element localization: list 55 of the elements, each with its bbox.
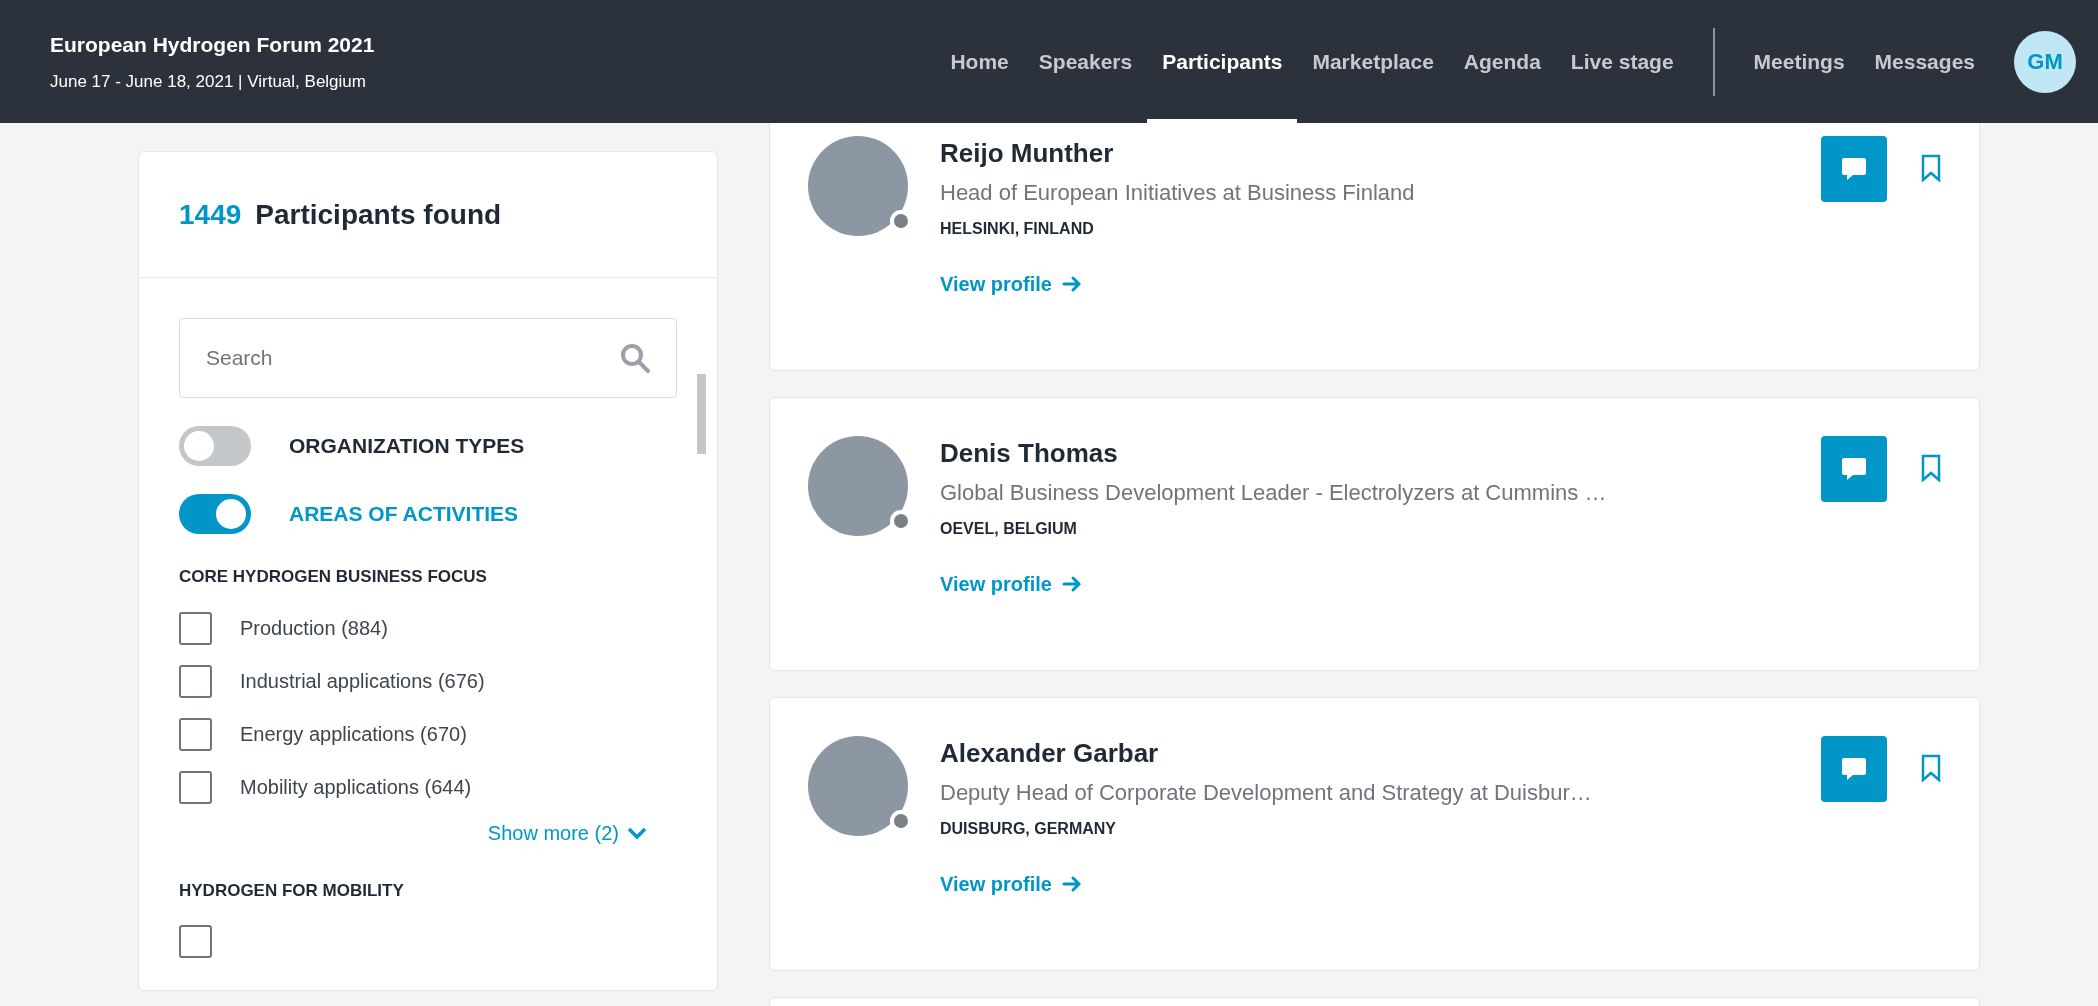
message-button[interactable]: [1821, 436, 1887, 502]
checkbox[interactable]: [179, 925, 212, 958]
nav-tab[interactable]: Messages: [1859, 0, 1990, 123]
filter-option-label: Mobility applications (644): [240, 775, 472, 800]
bookmark-button[interactable]: [1921, 754, 1941, 782]
section-heading: CORE HYDROGEN BUSINESS FOCUS: [179, 566, 488, 588]
toggle-label: ORGANIZATION TYPES: [289, 433, 525, 460]
checkbox[interactable]: [179, 611, 212, 645]
participant-location: OEVEL, BELGIUM: [940, 519, 1078, 539]
results-label: Participants found: [255, 197, 502, 232]
event-dates: June 17 - June 18, 2021 | Virtual, Belgium: [50, 70, 367, 93]
nav-tab[interactable]: Marketplace: [1297, 0, 1449, 123]
chat-bubble-icon: [1841, 757, 1867, 781]
nav-tab[interactable]: Meetings: [1738, 0, 1860, 123]
participant-name: Reijo Munther: [940, 137, 1115, 170]
nav-tab[interactable]: Agenda: [1448, 0, 1556, 123]
arrow-right-icon: [1061, 274, 1082, 294]
search-icon: [619, 342, 651, 374]
arrow-right-icon: [1061, 874, 1082, 894]
toggle-switch[interactable]: [179, 426, 251, 466]
bookmark-icon: [1921, 154, 1941, 182]
section-heading: HYDROGEN FOR MOBILITY: [179, 879, 405, 902]
participant-name: Denis Thomas: [940, 437, 1119, 470]
checkbox[interactable]: [179, 770, 212, 804]
event-title: European Hydrogen Forum 2021: [50, 32, 375, 58]
search-field[interactable]: Search: [179, 318, 677, 398]
chat-bubble-icon: [1841, 457, 1867, 481]
scrollbar-thumb[interactable]: [697, 374, 706, 454]
participant-title: Head of European Initiatives at Business Finland: [940, 179, 1416, 207]
chat-bubble-icon: [1841, 157, 1867, 181]
chevron-down-icon: [627, 825, 647, 840]
bookmark-icon: [1921, 754, 1941, 782]
toggle-label: AREAS OF ACTIVITIES: [289, 501, 519, 528]
arrow-right-icon: [1061, 574, 1082, 594]
filter-option-label: Industrial applications (676): [240, 669, 485, 694]
bookmark-button[interactable]: [1921, 154, 1941, 182]
toggle-switch[interactable]: [179, 494, 251, 534]
nav-tab[interactable]: Home: [935, 0, 1024, 123]
bookmark-button[interactable]: [1921, 454, 1941, 482]
filter-option-label: Energy applications (670): [240, 722, 467, 747]
participant-location: HELSINKI, FINLAND: [940, 219, 1095, 239]
participant-location: DUISBURG, GERMANY: [940, 819, 1117, 839]
message-button[interactable]: [1821, 136, 1887, 202]
message-button[interactable]: [1821, 736, 1887, 802]
checkbox[interactable]: [179, 717, 212, 751]
participant-title: Global Business Development Leader - Electrolyzers at Cummins …: [940, 479, 1608, 507]
filter-option-label: Production (884): [240, 616, 388, 641]
nav-tab[interactable]: Live stage: [1555, 0, 1689, 123]
nav-tab[interactable]: Speakers: [1023, 0, 1148, 123]
participant-title: Deputy Head of Corporate Development and Strategy at Duisbur…: [940, 779, 1593, 807]
bookmark-icon: [1921, 454, 1941, 482]
participant-name: Alexander Garbar: [940, 737, 1160, 770]
nav-tab[interactable]: Participants: [1147, 0, 1298, 123]
checkbox[interactable]: [179, 664, 212, 698]
results-count: 1449: [179, 197, 242, 232]
